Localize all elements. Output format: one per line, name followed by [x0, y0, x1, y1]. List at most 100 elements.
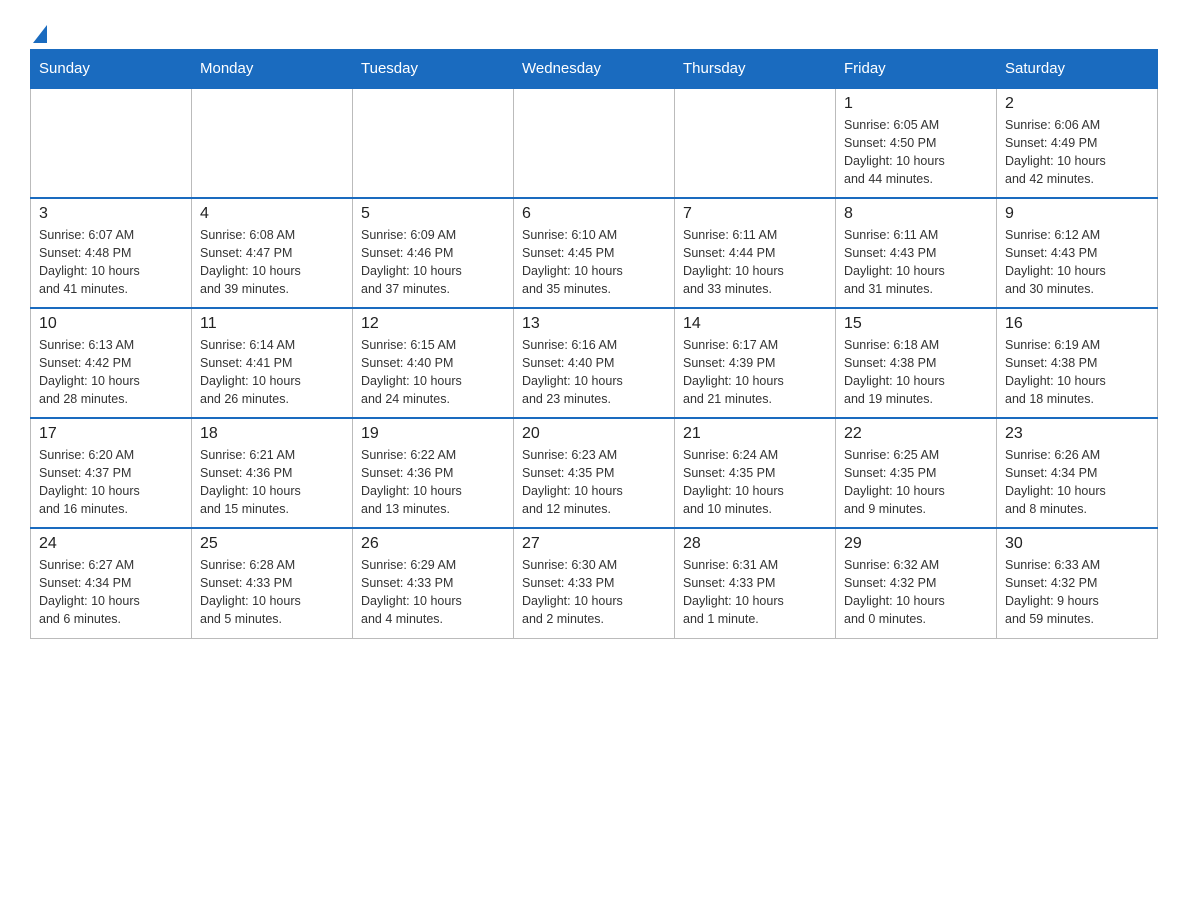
day-number: 14 — [683, 315, 827, 333]
day-info: Sunrise: 6:07 AM Sunset: 4:48 PM Dayligh… — [39, 226, 183, 299]
day-cell: 27Sunrise: 6:30 AM Sunset: 4:33 PM Dayli… — [514, 528, 675, 638]
day-number: 21 — [683, 425, 827, 443]
week-row-2: 3 Sunrise: 6:07 AM Sunset: 4:48 PM Daylig… — [31, 198, 1158, 308]
day-number: 9 — [1005, 205, 1149, 223]
day-number: 24 — [39, 535, 183, 553]
day-number: 1 — [844, 95, 988, 113]
day-info: Sunrise: 6:18 AM Sunset: 4:38 PM Dayligh… — [844, 336, 988, 409]
calendar-table: SundayMondayTuesdayWednesdayThursdayFrid… — [30, 49, 1158, 639]
day-number: 19 — [361, 425, 505, 443]
day-cell: 10 Sunrise: 6:13 AM Sunset: 4:42 PM Dayli… — [31, 308, 192, 418]
day-info: Sunrise: 6:31 AM Sunset: 4:33 PM Dayligh… — [683, 556, 827, 629]
day-info: Sunrise: 6:14 AM Sunset: 4:41 PM Dayligh… — [200, 336, 344, 409]
day-cell — [675, 88, 836, 198]
day-cell: 30 Sunrise: 6:33 AM Sunset: 4:32 PM Dayli… — [997, 528, 1158, 638]
day-cell: 20 Sunrise: 6:23 AM Sunset: 4:35 PM Dayli… — [514, 418, 675, 528]
day-cell — [353, 88, 514, 198]
week-row-3: 10 Sunrise: 6:13 AM Sunset: 4:42 PM Dayli… — [31, 308, 1158, 418]
day-cell: 5 Sunrise: 6:09 AM Sunset: 4:46 PM Daylig… — [353, 198, 514, 308]
day-info: Sunrise: 6:24 AM Sunset: 4:35 PM Dayligh… — [683, 446, 827, 519]
day-info: Sunrise: 6:32 AM Sunset: 4:32 PM Dayligh… — [844, 556, 988, 629]
day-cell: 25 Sunrise: 6:28 AM Sunset: 4:33 PM Dayli… — [192, 528, 353, 638]
day-cell: 29 Sunrise: 6:32 AM Sunset: 4:32 PM Dayli… — [836, 528, 997, 638]
day-info: Sunrise: 6:29 AM Sunset: 4:33 PM Dayligh… — [361, 556, 505, 629]
day-cell: 24 Sunrise: 6:27 AM Sunset: 4:34 PM Dayli… — [31, 528, 192, 638]
day-info: Sunrise: 6:12 AM Sunset: 4:43 PM Dayligh… — [1005, 226, 1149, 299]
day-info: Sunrise: 6:06 AM Sunset: 4:49 PM Dayligh… — [1005, 116, 1149, 189]
day-number: 28 — [683, 535, 827, 553]
day-number: 13 — [522, 315, 666, 333]
day-info: Sunrise: 6:10 AM Sunset: 4:45 PM Dayligh… — [522, 226, 666, 299]
day-number: 8 — [844, 205, 988, 223]
weekday-header-sunday: Sunday — [31, 50, 192, 89]
day-number: 15 — [844, 315, 988, 333]
weekday-header-monday: Monday — [192, 50, 353, 89]
day-info: Sunrise: 6:21 AM Sunset: 4:36 PM Dayligh… — [200, 446, 344, 519]
day-cell: 14 Sunrise: 6:17 AM Sunset: 4:39 PM Dayli… — [675, 308, 836, 418]
day-cell: 21 Sunrise: 6:24 AM Sunset: 4:35 PM Dayli… — [675, 418, 836, 528]
week-row-1: 1Sunrise: 6:05 AM Sunset: 4:50 PM Daylig… — [31, 88, 1158, 198]
day-cell: 13 Sunrise: 6:16 AM Sunset: 4:40 PM Dayli… — [514, 308, 675, 418]
day-info: Sunrise: 6:11 AM Sunset: 4:44 PM Dayligh… — [683, 226, 827, 299]
day-info: Sunrise: 6:09 AM Sunset: 4:46 PM Dayligh… — [361, 226, 505, 299]
day-info: Sunrise: 6:27 AM Sunset: 4:34 PM Dayligh… — [39, 556, 183, 629]
day-cell: 18Sunrise: 6:21 AM Sunset: 4:36 PM Dayli… — [192, 418, 353, 528]
day-cell: 4 Sunrise: 6:08 AM Sunset: 4:47 PM Daylig… — [192, 198, 353, 308]
day-cell: 28 Sunrise: 6:31 AM Sunset: 4:33 PM Dayli… — [675, 528, 836, 638]
day-number: 22 — [844, 425, 988, 443]
day-info: Sunrise: 6:17 AM Sunset: 4:39 PM Dayligh… — [683, 336, 827, 409]
day-info: Sunrise: 6:11 AM Sunset: 4:43 PM Dayligh… — [844, 226, 988, 299]
day-number: 16 — [1005, 315, 1149, 333]
day-cell: 1Sunrise: 6:05 AM Sunset: 4:50 PM Daylig… — [836, 88, 997, 198]
day-cell: 2 Sunrise: 6:06 AM Sunset: 4:49 PM Daylig… — [997, 88, 1158, 198]
day-cell: 6Sunrise: 6:10 AM Sunset: 4:45 PM Daylig… — [514, 198, 675, 308]
day-cell: 26 Sunrise: 6:29 AM Sunset: 4:33 PM Dayli… — [353, 528, 514, 638]
logo — [30, 20, 47, 39]
day-number: 10 — [39, 315, 183, 333]
day-cell: 11 Sunrise: 6:14 AM Sunset: 4:41 PM Dayli… — [192, 308, 353, 418]
day-number: 3 — [39, 205, 183, 223]
day-number: 20 — [522, 425, 666, 443]
day-cell: 23 Sunrise: 6:26 AM Sunset: 4:34 PM Dayli… — [997, 418, 1158, 528]
day-cell: 12 Sunrise: 6:15 AM Sunset: 4:40 PM Dayli… — [353, 308, 514, 418]
day-number: 5 — [361, 205, 505, 223]
day-cell: 9 Sunrise: 6:12 AM Sunset: 4:43 PM Daylig… — [997, 198, 1158, 308]
day-cell: 22Sunrise: 6:25 AM Sunset: 4:35 PM Dayli… — [836, 418, 997, 528]
day-number: 11 — [200, 315, 344, 333]
day-info: Sunrise: 6:28 AM Sunset: 4:33 PM Dayligh… — [200, 556, 344, 629]
day-number: 26 — [361, 535, 505, 553]
day-number: 30 — [1005, 535, 1149, 553]
day-info: Sunrise: 6:15 AM Sunset: 4:40 PM Dayligh… — [361, 336, 505, 409]
day-number: 27 — [522, 535, 666, 553]
weekday-header-tuesday: Tuesday — [353, 50, 514, 89]
day-info: Sunrise: 6:16 AM Sunset: 4:40 PM Dayligh… — [522, 336, 666, 409]
day-info: Sunrise: 6:23 AM Sunset: 4:35 PM Dayligh… — [522, 446, 666, 519]
day-number: 17 — [39, 425, 183, 443]
day-info: Sunrise: 6:26 AM Sunset: 4:34 PM Dayligh… — [1005, 446, 1149, 519]
day-number: 23 — [1005, 425, 1149, 443]
day-number: 29 — [844, 535, 988, 553]
day-number: 7 — [683, 205, 827, 223]
day-cell — [192, 88, 353, 198]
logo-triangle-icon — [33, 25, 47, 43]
day-info: Sunrise: 6:33 AM Sunset: 4:32 PM Dayligh… — [1005, 556, 1149, 629]
weekday-header-row: SundayMondayTuesdayWednesdayThursdayFrid… — [31, 50, 1158, 89]
day-number: 12 — [361, 315, 505, 333]
day-cell — [31, 88, 192, 198]
day-info: Sunrise: 6:08 AM Sunset: 4:47 PM Dayligh… — [200, 226, 344, 299]
day-number: 2 — [1005, 95, 1149, 113]
weekday-header-thursday: Thursday — [675, 50, 836, 89]
day-number: 4 — [200, 205, 344, 223]
weekday-header-saturday: Saturday — [997, 50, 1158, 89]
day-info: Sunrise: 6:22 AM Sunset: 4:36 PM Dayligh… — [361, 446, 505, 519]
day-number: 25 — [200, 535, 344, 553]
week-row-5: 24 Sunrise: 6:27 AM Sunset: 4:34 PM Dayli… — [31, 528, 1158, 638]
day-cell: 15 Sunrise: 6:18 AM Sunset: 4:38 PM Dayli… — [836, 308, 997, 418]
day-info: Sunrise: 6:13 AM Sunset: 4:42 PM Dayligh… — [39, 336, 183, 409]
day-cell: 17Sunrise: 6:20 AM Sunset: 4:37 PM Dayli… — [31, 418, 192, 528]
day-cell: 16 Sunrise: 6:19 AM Sunset: 4:38 PM Dayli… — [997, 308, 1158, 418]
weekday-header-wednesday: Wednesday — [514, 50, 675, 89]
week-row-4: 17Sunrise: 6:20 AM Sunset: 4:37 PM Dayli… — [31, 418, 1158, 528]
day-info: Sunrise: 6:19 AM Sunset: 4:38 PM Dayligh… — [1005, 336, 1149, 409]
day-cell: 7 Sunrise: 6:11 AM Sunset: 4:44 PM Daylig… — [675, 198, 836, 308]
